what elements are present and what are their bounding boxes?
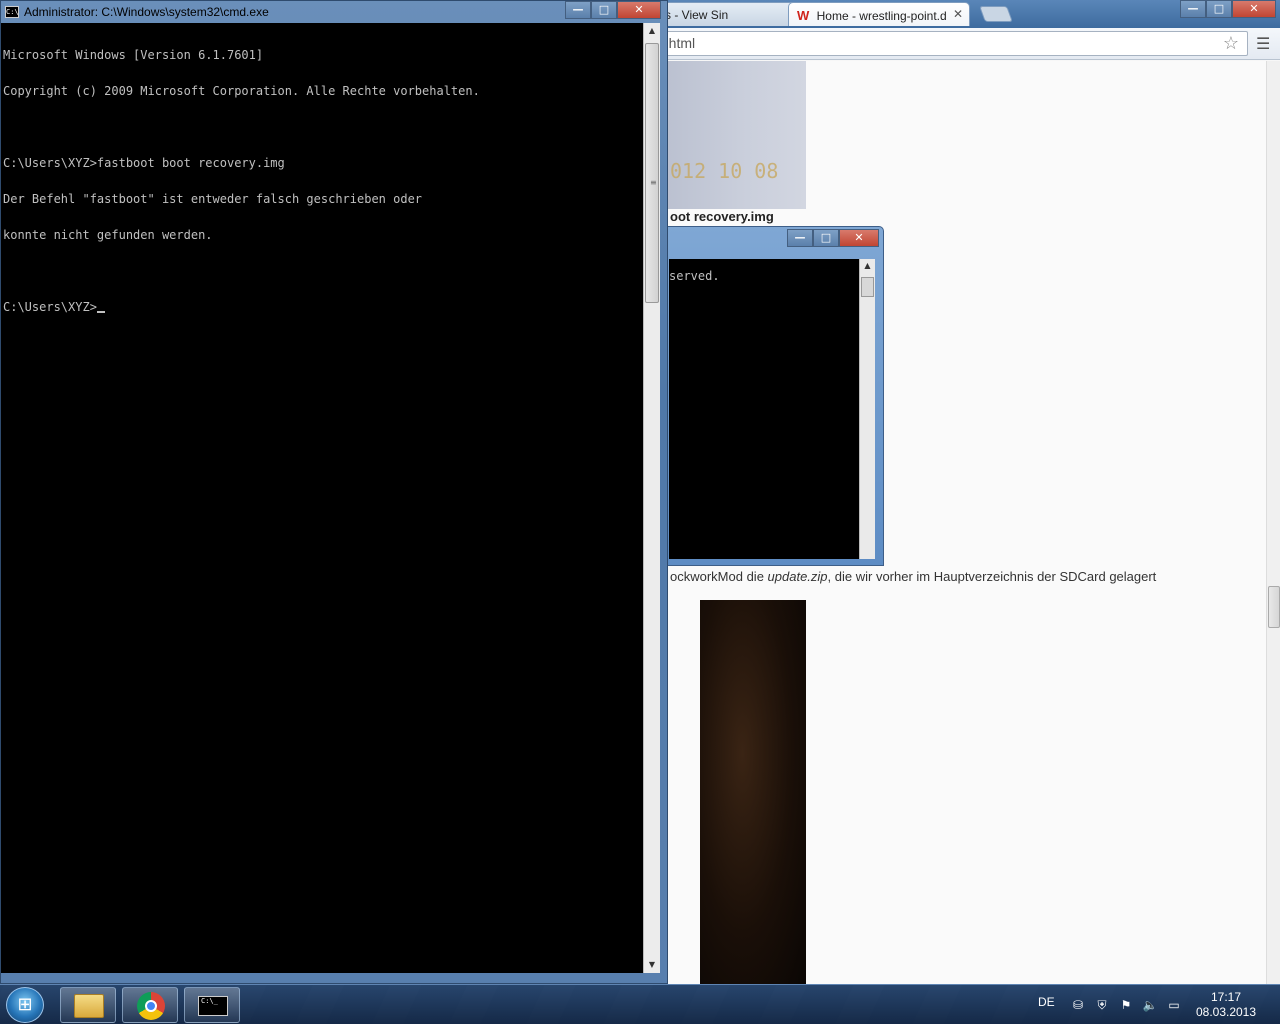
- scrollbar-thumb[interactable]: [861, 277, 874, 297]
- language-indicator[interactable]: DE: [1038, 995, 1055, 1009]
- device-photo-bottom: [700, 600, 806, 984]
- cmd-app-icon[interactable]: C:\: [5, 6, 19, 18]
- bookmark-star-icon[interactable]: ☆: [1223, 33, 1239, 54]
- close-button[interactable]: ✕: [617, 1, 661, 19]
- close-button[interactable]: ✕: [1232, 0, 1276, 18]
- article-paragraph: ockworkMod die update.zip, die wir vorhe…: [670, 569, 1250, 584]
- scroll-up-arrow-icon[interactable]: ▲: [860, 259, 875, 273]
- scrollbar-thumb[interactable]: ≡: [645, 43, 659, 303]
- taskbar: ⊞ C:\_ DE ⛁ ⛨ ⚑ 🔈 ▭ 17:17 08.03.2013: [0, 984, 1280, 1024]
- console-line: konnte nicht gefunden werden.: [3, 228, 213, 242]
- tab-label: Home - wrestling-point.d: [816, 9, 947, 23]
- title-bar[interactable]: — □ ✕: [661, 227, 883, 255]
- scroll-up-arrow-icon[interactable]: ▲: [644, 23, 660, 39]
- window-controls: — □ ✕: [565, 1, 661, 19]
- minimize-button[interactable]: —: [1180, 0, 1206, 18]
- window-controls: — □ ✕: [787, 229, 879, 247]
- browser-menu-icon[interactable]: ☰: [1256, 34, 1270, 53]
- maximize-button[interactable]: □: [1206, 0, 1232, 18]
- paragraph-text-part: ockworkMod die: [670, 569, 768, 584]
- close-button[interactable]: ✕: [839, 229, 879, 247]
- section-heading: oot recovery.img: [670, 209, 774, 224]
- maximize-button[interactable]: □: [813, 229, 839, 247]
- browser-tabstrip: opers - View Sin ✕ W Home - wrestling-po…: [632, 0, 1280, 28]
- security-shield-icon[interactable]: ⛨: [1094, 997, 1110, 1013]
- prompt-text: C:\Users\XYZ>: [3, 300, 97, 314]
- console-output[interactable]: Microsoft Windows [Version 6.1.7601] Cop…: [1, 23, 643, 973]
- display-icon[interactable]: ▭: [1166, 997, 1182, 1013]
- taskbar-cmd-button[interactable]: C:\_: [184, 987, 240, 1023]
- console-line: Copyright (c) 2009 Microsoft Corporation…: [3, 84, 480, 98]
- console-scrollbar[interactable]: ▲ ≡ ▼: [643, 23, 660, 973]
- title-bar[interactable]: C:\ Administrator: C:\Windows\system32\c…: [1, 1, 667, 23]
- console-line: C:\Users\XYZ>fastboot boot recovery.img: [3, 156, 285, 170]
- minimize-button[interactable]: —: [565, 1, 591, 19]
- taskbar-chrome-button[interactable]: [122, 987, 178, 1023]
- tab-close-icon[interactable]: ✕: [953, 7, 963, 21]
- text-cursor: [96, 311, 105, 313]
- clock-date: 08.03.2013: [1195, 1005, 1257, 1019]
- action-center-flag-icon[interactable]: ⚑: [1118, 997, 1134, 1013]
- browser-window-controls: — □ ✕: [1180, 0, 1276, 18]
- cmd-icon: C:\_: [198, 996, 228, 1016]
- command-prompt-line[interactable]: C:\Users\XYZ>: [3, 301, 643, 313]
- wrestling-point-favicon-icon: W: [797, 8, 810, 23]
- tab-home-wrestling-point[interactable]: W Home - wrestling-point.d ✕: [788, 2, 970, 26]
- browser-toolbar: n.html ☆ ☰: [640, 28, 1280, 60]
- console-line: Microsoft Windows [Version 6.1.7601]: [3, 48, 264, 62]
- network-status-icon[interactable]: ⛁: [1070, 997, 1086, 1013]
- scrollbar-grip-icon: ≡: [650, 178, 657, 187]
- address-bar[interactable]: n.html ☆: [648, 31, 1248, 56]
- scroll-down-arrow-icon[interactable]: ▼: [644, 957, 660, 973]
- folder-icon: [74, 994, 104, 1018]
- taskbar-explorer-button[interactable]: [60, 987, 116, 1023]
- photo-date-stamp: 012 10 08: [670, 159, 779, 183]
- minimize-button[interactable]: —: [787, 229, 813, 247]
- new-tab-button[interactable]: [979, 6, 1013, 22]
- volume-icon[interactable]: 🔈: [1142, 997, 1158, 1013]
- console-line: Der Befehl "fastboot" ist entweder falsc…: [3, 192, 423, 206]
- secondary-cmd-window: — □ ✕ served. ▲: [660, 226, 884, 566]
- console-line: served.: [669, 269, 720, 283]
- chrome-icon: [137, 992, 165, 1020]
- browser-scrollbar[interactable]: [1266, 61, 1280, 984]
- console-output[interactable]: served.: [669, 259, 859, 559]
- scrollbar-thumb[interactable]: [1268, 586, 1280, 628]
- system-clock[interactable]: 17:17 08.03.2013: [1186, 990, 1266, 1020]
- cmd-window: C:\ Administrator: C:\Windows\system32\c…: [0, 0, 668, 984]
- paragraph-filename: update.zip: [767, 569, 828, 584]
- window-title: Administrator: C:\Windows\system32\cmd.e…: [24, 5, 269, 19]
- maximize-button[interactable]: □: [591, 1, 617, 19]
- console-scrollbar[interactable]: ▲: [859, 259, 875, 559]
- start-button[interactable]: ⊞: [6, 987, 44, 1023]
- paragraph-text-part: , die wir vorher im Hauptverzeichnis der…: [827, 569, 1157, 584]
- clock-time: 17:17: [1210, 990, 1242, 1004]
